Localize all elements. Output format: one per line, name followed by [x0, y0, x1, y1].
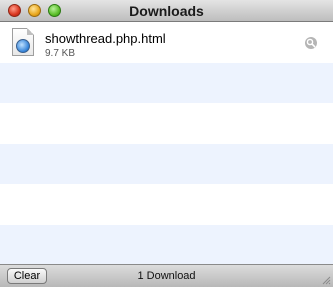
list-item — [0, 62, 333, 103]
html-document-icon[interactable] — [12, 28, 34, 56]
list-item — [0, 143, 333, 184]
resize-grip-icon[interactable] — [321, 275, 331, 285]
download-count: 1 Download — [137, 270, 196, 282]
title-bar[interactable]: Downloads — [0, 0, 333, 22]
downloads-list[interactable]: showthread.php.html 9.7 KB — [0, 22, 333, 264]
download-file-size: 9.7 KB — [45, 48, 76, 59]
window-title: Downloads — [129, 3, 204, 19]
bottom-bar: Clear 1 Download — [0, 264, 333, 287]
reveal-in-finder-button[interactable] — [305, 37, 317, 49]
list-item — [0, 103, 333, 144]
list-item[interactable]: showthread.php.html 9.7 KB — [0, 22, 333, 63]
download-file-name: showthread.php.html — [45, 31, 166, 46]
downloads-window: Downloads showthread.php.html 9.7 KB Cle… — [0, 0, 333, 287]
list-item — [0, 224, 333, 264]
magnifier-icon — [306, 38, 316, 48]
download-item[interactable]: showthread.php.html 9.7 KB — [0, 22, 333, 62]
list-item — [0, 184, 333, 225]
safari-compass-icon — [16, 39, 30, 53]
